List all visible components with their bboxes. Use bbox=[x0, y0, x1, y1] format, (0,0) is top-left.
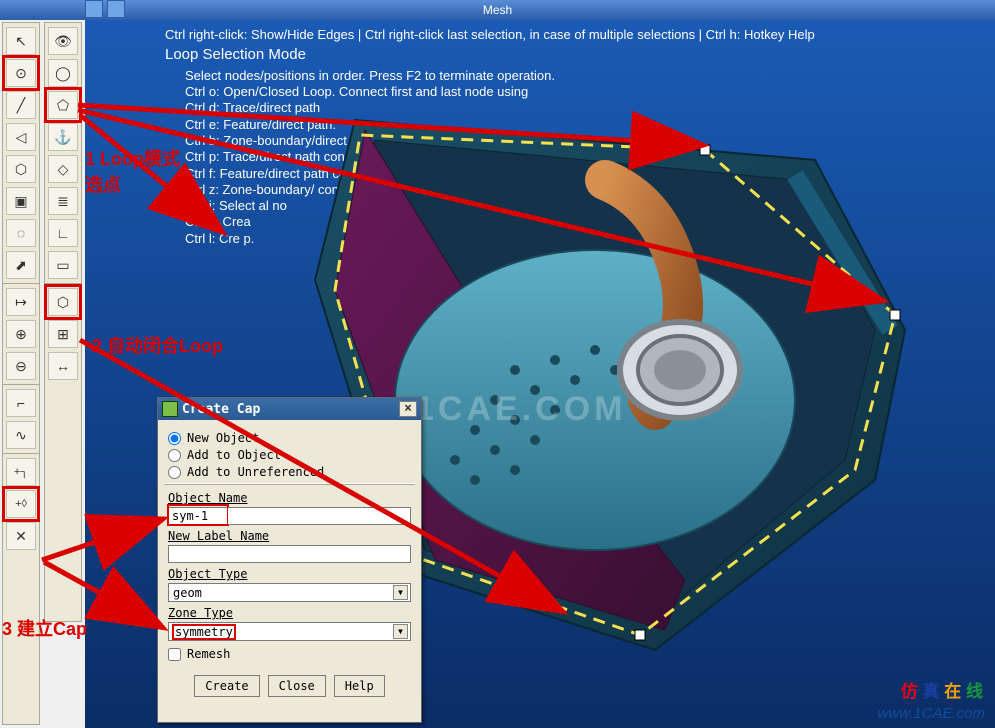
tool-eye-icon[interactable]: 👁 bbox=[48, 27, 78, 55]
help-line: Ctrl right-click: Show/Hide Edges | Ctrl… bbox=[165, 28, 985, 42]
menu-icon[interactable] bbox=[107, 0, 125, 18]
create-cap-dialog: Create Cap × New Object Add to Object Ad… bbox=[157, 397, 422, 723]
close-button[interactable]: Close bbox=[268, 675, 326, 697]
brand-cn: 仿 真 在 线 bbox=[901, 677, 983, 702]
radio-new-object[interactable]: New Object bbox=[168, 431, 411, 445]
zone-type-select[interactable]: symmetry ▾ bbox=[168, 622, 411, 641]
new-label-label: New Label Name bbox=[168, 529, 411, 543]
object-type-select[interactable]: geom ▾ bbox=[168, 583, 411, 602]
select-value: geom bbox=[173, 586, 202, 600]
radio-add-unref[interactable]: Add to Unreferenced bbox=[168, 465, 411, 479]
radio-input[interactable] bbox=[168, 466, 181, 479]
tool-grid[interactable]: ⊞ bbox=[48, 320, 78, 348]
zone-type-label: Zone Type bbox=[168, 606, 411, 620]
remesh-label: Remesh bbox=[187, 647, 230, 661]
tool-close-loop[interactable]: ⬡ bbox=[48, 288, 78, 316]
help-line: Ctrl o: Open/Closed Loop. Connect first … bbox=[185, 85, 985, 99]
tool-create-cap[interactable]: +◊ bbox=[6, 490, 36, 518]
window-title: Mesh bbox=[483, 3, 512, 17]
tool-subtract[interactable]: ⊖ bbox=[6, 352, 36, 380]
object-type-label: Object Type bbox=[168, 567, 411, 581]
radio-label: Add to Unreferenced bbox=[187, 465, 324, 479]
dialog-titlebar[interactable]: Create Cap × bbox=[158, 398, 421, 420]
tool-pick[interactable]: ⬈ bbox=[6, 251, 36, 279]
object-name-input[interactable] bbox=[168, 507, 228, 525]
tool-merge[interactable]: ↔ bbox=[48, 352, 78, 380]
select-value: symmetry bbox=[173, 625, 235, 639]
radio-label: Add to Object bbox=[187, 448, 281, 462]
annotation-1: 1 Loop模式选点 bbox=[85, 145, 195, 197]
tool-axis-plus[interactable]: +┐ bbox=[6, 458, 36, 486]
chevron-down-icon[interactable]: ▾ bbox=[393, 624, 408, 639]
tool-anchor[interactable]: ⚓ bbox=[48, 123, 78, 151]
annotation-3: 3 建立Cap bbox=[2, 615, 87, 641]
watermark: 1CAE.COM bbox=[415, 390, 626, 429]
tool-point-mode[interactable]: ⊙ bbox=[6, 59, 36, 87]
window-menu-icons bbox=[85, 0, 125, 18]
tool-cylinder-icon[interactable]: ◯ bbox=[48, 59, 78, 87]
create-button[interactable]: Create bbox=[194, 675, 259, 697]
tool-solid[interactable]: ⬡ bbox=[6, 155, 36, 183]
tool-extend[interactable]: ↦ bbox=[6, 288, 36, 316]
remesh-checkbox-row[interactable]: Remesh bbox=[168, 647, 411, 661]
help-button[interactable]: Help bbox=[334, 675, 385, 697]
tool-mesh-ctrl[interactable]: ✕ bbox=[6, 522, 36, 550]
tool-loop-mode[interactable]: ⬠ bbox=[48, 91, 78, 119]
radio-input[interactable] bbox=[168, 449, 181, 462]
window-titlebar: Mesh bbox=[0, 0, 995, 20]
tool-edge[interactable]: ╱ bbox=[6, 91, 36, 119]
radio-add-object[interactable]: Add to Object bbox=[168, 448, 411, 462]
help-mode: Loop Selection Mode bbox=[165, 47, 985, 64]
tool-polyline[interactable]: ⌐ bbox=[6, 389, 36, 417]
tool-face[interactable]: ◁ bbox=[6, 123, 36, 151]
dialog-icon bbox=[162, 401, 178, 417]
new-label-input[interactable] bbox=[168, 545, 411, 563]
close-icon[interactable]: × bbox=[399, 401, 417, 417]
tool-select-arrow[interactable]: ↖ bbox=[6, 27, 36, 55]
help-line: Select nodes/positions in order. Press F… bbox=[185, 69, 985, 83]
radio-input[interactable] bbox=[168, 432, 181, 445]
tool-lasso[interactable]: ◌ bbox=[6, 219, 36, 247]
tool-curve[interactable]: ∿ bbox=[6, 421, 36, 449]
tool-cube[interactable]: ▣ bbox=[6, 187, 36, 215]
tool-note[interactable]: ▭ bbox=[48, 251, 78, 279]
annotation-2: 2 自动闭合Loop bbox=[92, 332, 223, 358]
object-name-label: Object Name bbox=[168, 491, 411, 505]
tool-frame[interactable]: ∟ bbox=[48, 219, 78, 247]
remesh-checkbox[interactable] bbox=[168, 648, 181, 661]
object-name-input-ext[interactable] bbox=[228, 507, 411, 525]
chevron-down-icon[interactable]: ▾ bbox=[393, 585, 408, 600]
radio-label: New Object bbox=[187, 431, 259, 445]
tool-stairs[interactable]: ≣ bbox=[48, 187, 78, 215]
brand-url: www.1CAE.com bbox=[877, 705, 985, 722]
dialog-title: Create Cap bbox=[182, 402, 260, 417]
tool-diamond[interactable]: ◇ bbox=[48, 155, 78, 183]
menu-icon[interactable] bbox=[85, 0, 103, 18]
tool-add[interactable]: ⊕ bbox=[6, 320, 36, 348]
secondary-toolbar: 👁 ◯ ⬠ ⚓ ◇ ≣ ∟ ▭ ⬡ ⊞ ↔ bbox=[44, 22, 82, 622]
